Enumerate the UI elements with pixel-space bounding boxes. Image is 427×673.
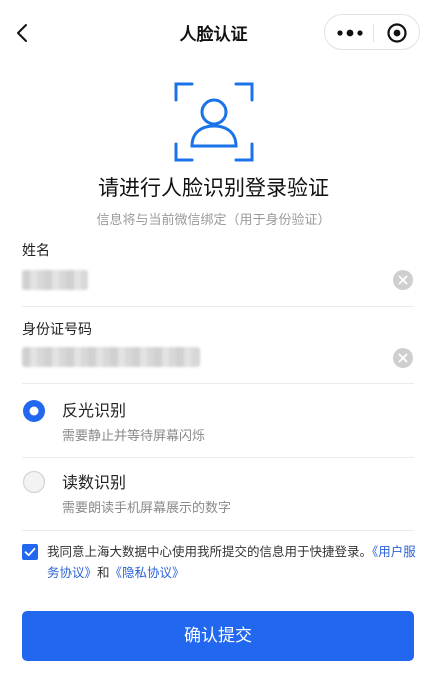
divider bbox=[22, 530, 414, 531]
name-input[interactable] bbox=[22, 270, 88, 290]
privacy-agreement-link[interactable]: 《隐私协议》 bbox=[110, 565, 185, 580]
agreement-text: 我同意上海大数据中心使用我所提交的信息用于快捷登录。《用户服务协议》和《隐私协议… bbox=[47, 541, 419, 583]
option-title-read-numbers[interactable]: 读数识别 bbox=[62, 469, 126, 493]
clear-icon[interactable] bbox=[392, 269, 414, 291]
divider bbox=[22, 457, 414, 458]
id-number-input[interactable] bbox=[22, 347, 200, 367]
checkbox-checked-icon[interactable] bbox=[22, 544, 38, 560]
option-desc-reflective: 需要静止并等待屏幕闪烁 bbox=[62, 429, 206, 444]
mini-program-capsule bbox=[324, 14, 420, 50]
face-scan-icon bbox=[174, 82, 254, 162]
headline: 请进行人脸识别登录验证 bbox=[98, 176, 329, 200]
option-desc-read-numbers: 需要朗读手机屏幕展示的数字 bbox=[62, 501, 232, 516]
subline: 信息将与当前微信绑定（用于身份验证） bbox=[96, 213, 331, 228]
id-number-label: 身份证号码 bbox=[22, 322, 92, 338]
divider bbox=[22, 306, 414, 307]
target-close-icon[interactable] bbox=[379, 19, 415, 47]
nav-bar: 人脸认证 bbox=[0, 0, 427, 64]
more-dots-icon[interactable] bbox=[329, 19, 371, 47]
radio-unselected-icon[interactable] bbox=[22, 470, 46, 494]
agreement-statement: 我同意上海大数据中心使用我所提交的信息用于快捷登录。 bbox=[47, 544, 373, 559]
radio-selected-icon[interactable] bbox=[22, 399, 46, 423]
agreement-and: 和 bbox=[97, 565, 110, 580]
divider bbox=[22, 383, 414, 384]
capsule-divider bbox=[373, 24, 374, 42]
confirm-submit-button[interactable]: 确认提交 bbox=[22, 611, 414, 661]
name-label: 姓名 bbox=[22, 243, 50, 259]
option-title-reflective[interactable]: 反光识别 bbox=[62, 397, 126, 421]
clear-icon[interactable] bbox=[392, 347, 414, 369]
